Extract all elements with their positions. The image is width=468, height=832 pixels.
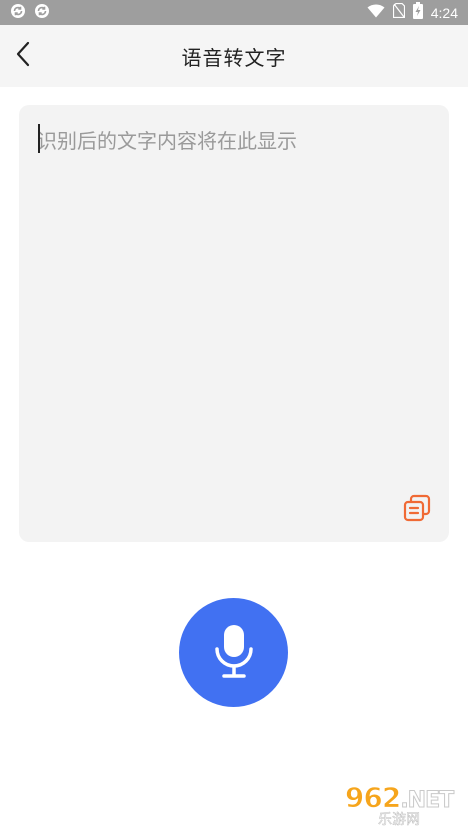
watermark-number: 962 (344, 780, 401, 814)
no-sim-icon (392, 2, 405, 22)
status-right: 4:24 (367, 2, 458, 23)
result-textarea[interactable] (19, 105, 449, 542)
watermark-logo: 962.NET 乐游网 (330, 780, 468, 832)
back-button[interactable] (8, 41, 38, 71)
copy-icon (403, 494, 431, 526)
watermark-suffix: .NET (400, 787, 455, 813)
text-caret (38, 124, 40, 153)
copy-button[interactable] (402, 494, 432, 526)
watermark-sub: 乐游网 (378, 811, 421, 828)
wifi-icon (367, 3, 385, 22)
microphone-icon (214, 623, 254, 683)
result-box (19, 105, 449, 542)
status-bar: 4:24 (0, 0, 468, 25)
watermark-main: 962.NET (344, 780, 455, 814)
chevron-left-icon (15, 41, 31, 71)
page-title: 语音转文字 (181, 45, 287, 70)
status-left (10, 3, 50, 23)
sync-icon (10, 3, 26, 23)
status-time: 4:24 (430, 4, 458, 21)
microphone-button[interactable] (179, 598, 288, 707)
battery-charging-icon (412, 2, 423, 23)
app-header: 语音转文字 (0, 25, 468, 87)
sync-icon (34, 3, 50, 23)
